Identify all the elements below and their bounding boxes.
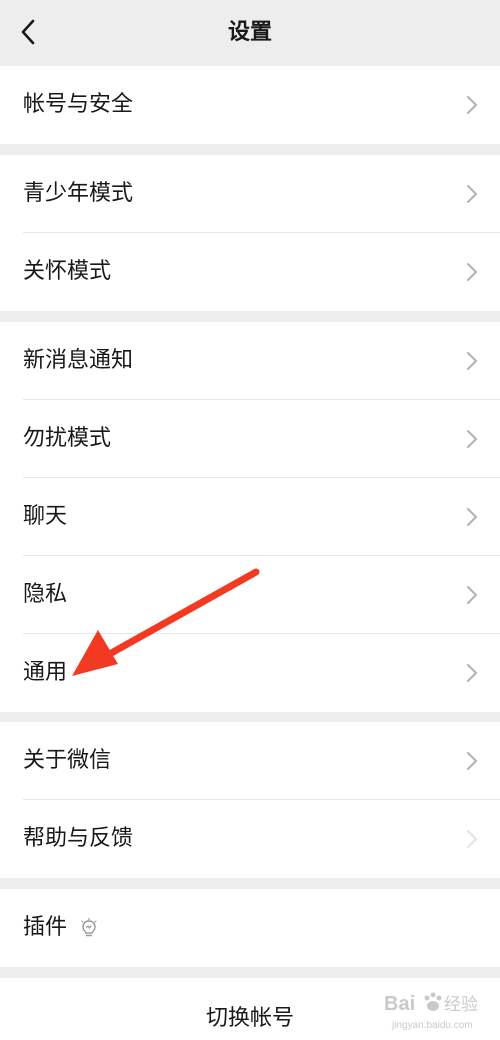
plugin-icon (81, 918, 97, 937)
watermark-logo: Bai 经验 jingyan.baidu.com (382, 986, 494, 1034)
settings-item-general[interactable]: 通用 (0, 634, 500, 712)
settings-item-label: 插件 (23, 915, 68, 940)
settings-item-label: 隐私 (23, 582, 68, 607)
chevron-right-icon (467, 664, 477, 682)
settings-item-do-not-disturb[interactable]: 勿扰模式 (0, 400, 500, 478)
settings-item-plugins[interactable]: 插件 (0, 889, 500, 967)
settings-page: 设置 帐号与安全 青少年模式 关怀模式 新消息通知 勿扰模式 聊天 隐私 通用 … (0, 0, 500, 1040)
chevron-right-icon (467, 352, 477, 370)
settings-item-care-mode[interactable]: 关怀模式 (0, 233, 500, 311)
chevron-right-icon (467, 430, 477, 448)
chevron-right-icon (467, 263, 477, 281)
chevron-right-icon (467, 508, 477, 526)
settings-group-account: 帐号与安全 (0, 66, 500, 144)
chevron-right-icon (467, 752, 477, 770)
settings-item-label: 关怀模式 (23, 259, 112, 284)
settings-group-general: 新消息通知 勿扰模式 聊天 隐私 通用 (0, 322, 500, 712)
svg-text:Bai: Bai (384, 993, 415, 1015)
svg-text:经验: 经验 (444, 995, 478, 1014)
page-title: 设置 (227, 20, 272, 45)
settings-item-label: 聊天 (23, 504, 68, 529)
settings-item-label: 帮助与反馈 (23, 826, 134, 851)
chevron-right-icon (467, 830, 477, 848)
settings-item-label: 青少年模式 (23, 181, 134, 206)
settings-item-label: 勿扰模式 (23, 426, 112, 451)
settings-item-help-feedback[interactable]: 帮助与反馈 (0, 800, 500, 878)
settings-item-account-security[interactable]: 帐号与安全 (0, 66, 500, 144)
settings-group-plugins: 插件 (0, 889, 500, 967)
settings-item-label: 帐号与安全 (23, 92, 134, 117)
svg-text:jingyan.baidu.com: jingyan.baidu.com (391, 1020, 473, 1031)
chevron-right-icon (467, 586, 477, 604)
settings-item-chat[interactable]: 聊天 (0, 478, 500, 556)
settings-group-modes: 青少年模式 关怀模式 (0, 155, 500, 311)
chevron-right-icon (467, 185, 477, 203)
settings-item-label: 新消息通知 (23, 348, 134, 373)
settings-item-label: 通用 (23, 660, 68, 685)
settings-item-teen-mode[interactable]: 青少年模式 (0, 155, 500, 233)
settings-item-notifications[interactable]: 新消息通知 (0, 322, 500, 400)
settings-item-about-wechat[interactable]: 关于微信 (0, 722, 500, 800)
navigation-bar: 设置 (0, 0, 500, 66)
settings-group-about: 关于微信 帮助与反馈 (0, 722, 500, 878)
settings-item-label: 关于微信 (23, 748, 112, 773)
settings-item-privacy[interactable]: 隐私 (0, 556, 500, 634)
chevron-right-icon (467, 96, 477, 114)
